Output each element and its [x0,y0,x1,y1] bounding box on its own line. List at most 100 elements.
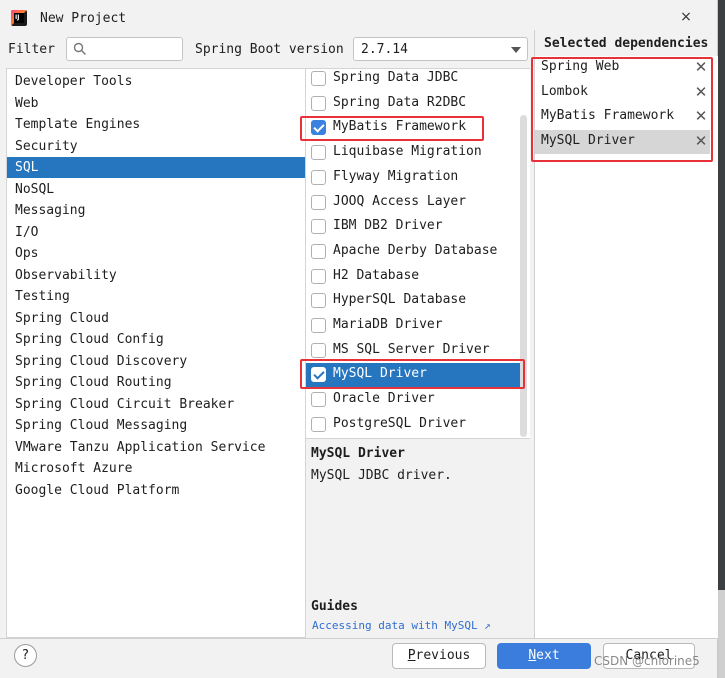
dependency-list: Spring Data JDBC Spring Data R2DBC MyBatis… [306,68,530,438]
dependency-item[interactable]: PostgreSQL Driver [306,413,522,438]
previous-label-rest: revious [415,648,471,663]
dependency-item[interactable]: JOOQ Access Layer [306,191,522,216]
dependency-label: Oracle Driver [333,391,435,407]
category-item[interactable]: SQL [7,157,305,178]
new-project-dialog: IJ New Project × Filter Spring Boot vers… [0,0,718,678]
background-window-edge [718,0,725,678]
category-item[interactable]: Microsoft Azure [7,458,305,479]
dependency-item[interactable]: IBM DB2 Driver [306,215,522,240]
background-window-edge-lower [718,590,725,678]
category-item[interactable]: VMware Tanzu Application Service [7,437,305,458]
dependency-item[interactable]: MySQL Driver [306,363,522,389]
dependency-item[interactable]: Oracle Driver [306,388,522,413]
title-bar: IJ New Project × [0,0,717,36]
close-icon[interactable]: × [678,9,694,25]
window-title: New Project [40,11,127,26]
category-item[interactable]: Google Cloud Platform [7,480,305,501]
dependency-item[interactable]: MS SQL Server Driver [306,339,522,364]
category-item[interactable]: Spring Cloud Routing [7,372,305,393]
dependency-checkbox[interactable] [311,318,326,333]
category-item[interactable]: Web [7,93,305,114]
filter-input[interactable] [91,40,179,58]
selected-dependency-item[interactable]: Lombok ✕ [535,81,710,105]
dependency-checkbox[interactable] [311,243,326,259]
category-item[interactable]: Spring Cloud Circuit Breaker [7,394,305,415]
dependency-item[interactable]: Apache Derby Database [306,240,522,265]
dependency-label: MS SQL Server Driver [333,341,490,357]
category-item[interactable]: Messaging [7,200,305,221]
dependency-checkbox[interactable] [311,95,326,111]
dependency-label: MyBatis Framework [333,119,467,135]
previous-label-first: P [407,648,416,663]
category-item[interactable]: Spring Cloud [7,308,305,329]
category-item[interactable]: Spring Cloud Messaging [7,415,305,436]
category-item[interactable]: Template Engines [7,114,305,135]
remove-icon[interactable]: ✕ [694,58,708,76]
watermark: CSDN @chlorine5 [594,654,700,668]
chevron-down-icon [511,47,521,53]
category-item[interactable]: Spring Cloud Config [7,329,305,350]
dependency-checkbox[interactable] [311,71,326,86]
guides-heading: Guides [311,599,358,614]
category-item[interactable]: Observability [7,265,305,286]
description-text: MySQL JDBC driver. [311,468,452,483]
selected-dependencies-heading: Selected dependencies [544,36,709,51]
selected-dependency-label: Spring Web [541,59,620,74]
guide-link[interactable]: Accessing data with MySQL ↗ [312,619,491,632]
dependency-item[interactable]: Liquibase Migration [306,141,522,166]
category-item[interactable]: Security [7,136,305,157]
selected-dependency-label: MySQL Driver [541,133,635,149]
category-list: Developer Tools Web Template Engines Securi… [6,68,306,638]
filter-field[interactable] [66,37,183,61]
spring-boot-version-value: 2.7.14 [361,42,408,57]
remove-icon[interactable]: ✕ [694,132,708,150]
dependency-checkbox[interactable] [311,293,326,309]
dependency-checkbox[interactable] [311,120,326,136]
category-item[interactable]: Spring Cloud Discovery [7,351,305,372]
dependency-checkbox[interactable] [311,367,326,383]
selected-dependency-item[interactable]: MyBatis Framework ✕ [535,105,710,129]
selected-dependency-item[interactable]: Spring Web ✕ [535,56,710,80]
dependency-checkbox[interactable] [311,145,326,161]
spring-boot-version-select[interactable]: 2.7.14 [353,37,528,61]
dependency-item[interactable]: MariaDB Driver [306,314,522,339]
dependency-label: Liquibase Migration [333,144,482,160]
dependency-label: Flyway Migration [333,168,459,184]
dependency-description: MySQL Driver MySQL JDBC driver. Guides A… [306,438,530,638]
dependency-checkbox[interactable] [311,416,326,432]
dependency-label: MySQL Driver [333,366,427,382]
category-item[interactable]: Testing [7,286,305,307]
dependency-item[interactable]: Flyway Migration [306,166,522,191]
remove-icon[interactable]: ✕ [694,107,708,125]
dependency-label: MariaDB Driver [333,317,443,332]
help-button[interactable]: ? [14,644,37,667]
selected-dependencies-list: Spring Web ✕ Lombok ✕ MyBatis Framework ✕ MySQ… [535,56,718,638]
dependency-list-scrollbar[interactable] [520,115,527,437]
category-item[interactable]: NoSQL [7,179,305,200]
dependency-checkbox[interactable] [311,169,326,185]
category-item[interactable]: Developer Tools [7,71,305,92]
dependency-checkbox[interactable] [311,268,326,284]
dependency-label: H2 Database [333,267,420,283]
dependency-label: HyperSQL Database [333,292,467,308]
dependency-item[interactable]: Spring Data R2DBC [306,92,522,117]
next-label-rest: ext [536,648,560,663]
dependency-item[interactable]: HyperSQL Database [306,289,522,314]
dependency-item[interactable]: H2 Database [306,265,522,290]
dependency-checkbox[interactable] [311,194,326,210]
dependency-checkbox[interactable] [311,392,326,408]
next-button[interactable]: Next [497,643,591,669]
dependency-label: Apache Derby Database [333,242,498,258]
category-item[interactable]: I/O [7,222,305,243]
selected-dependency-item[interactable]: MySQL Driver ✕ [535,130,710,155]
next-label-first: N [528,648,537,663]
dependency-label: Spring Data JDBC [333,70,459,85]
dependency-checkbox[interactable] [311,342,326,358]
previous-button[interactable]: Previous [392,643,486,669]
remove-icon[interactable]: ✕ [694,83,708,101]
dependency-label: IBM DB2 Driver [333,218,443,234]
dependency-checkbox[interactable] [311,219,326,235]
dependency-item[interactable]: MyBatis Framework [306,116,522,141]
category-item[interactable]: Ops [7,243,305,264]
dependency-item[interactable]: Spring Data JDBC [306,67,522,92]
